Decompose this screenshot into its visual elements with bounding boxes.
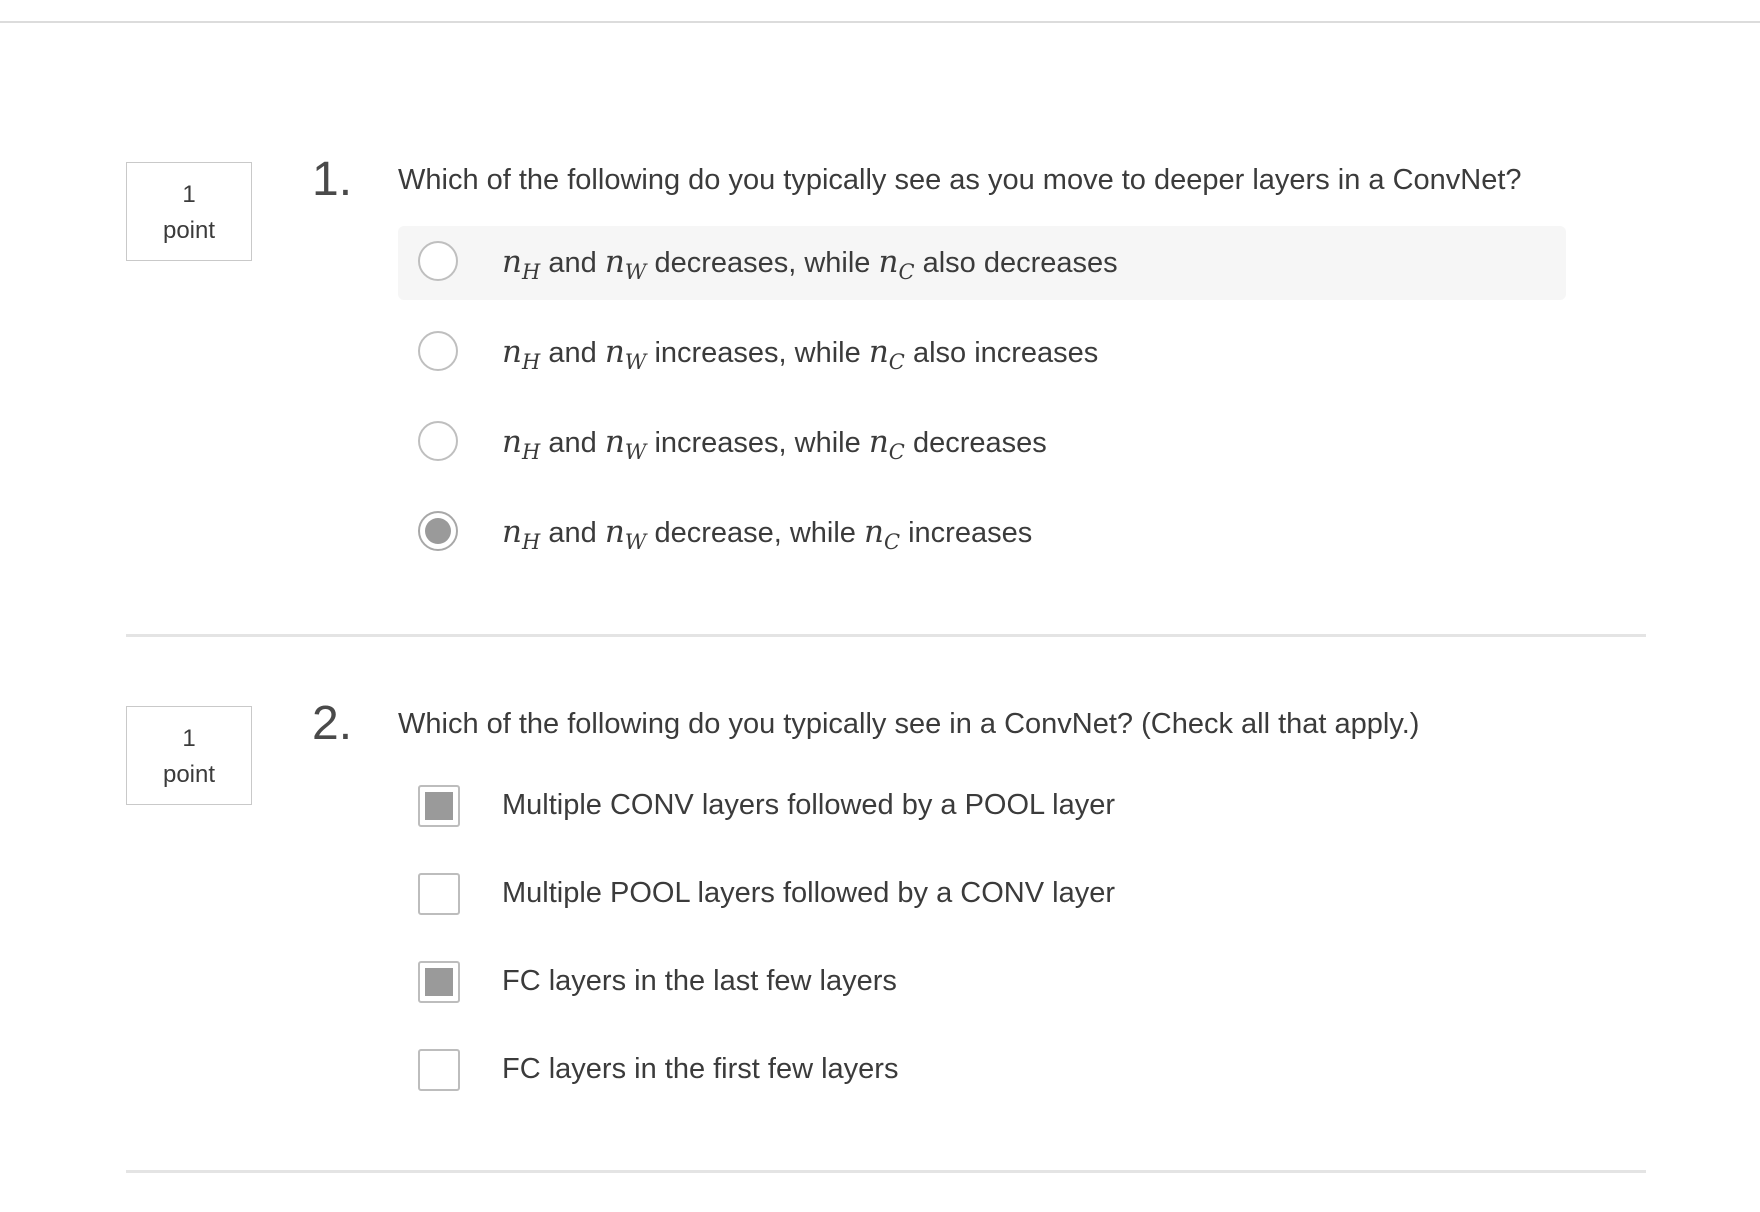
points-unit: point xyxy=(162,761,216,788)
points-box: 1 point xyxy=(126,162,252,261)
points-unit: point xyxy=(162,217,216,244)
radio-button[interactable] xyxy=(418,421,458,461)
option-4[interactable]: FC layers in the first few layers xyxy=(398,1035,1566,1109)
option-label: nH and nW decreases, while nC also decre… xyxy=(502,244,1118,284)
option-1[interactable]: nH and nW decreases, while nC also decre… xyxy=(398,226,1566,300)
radio-button[interactable] xyxy=(418,241,458,281)
points-value: 1 xyxy=(182,181,196,208)
option-label: Multiple POOL layers followed by a CONV … xyxy=(502,877,1115,909)
question-text: Which of the following do you typically … xyxy=(398,708,1420,740)
option-3[interactable]: FC layers in the last few layers xyxy=(398,947,1566,1021)
option-2[interactable]: Multiple POOL layers followed by a CONV … xyxy=(398,859,1566,933)
option-label: nH and nW increases, while nC decreases xyxy=(502,424,1047,464)
checkbox-checked[interactable] xyxy=(418,961,460,1003)
option-label: nH and nW increases, while nC also incre… xyxy=(502,334,1099,374)
checkbox[interactable] xyxy=(418,873,460,915)
option-2[interactable]: nH and nW increases, while nC also incre… xyxy=(398,316,1566,390)
radio-button[interactable] xyxy=(418,331,458,371)
option-label: FC layers in the last few layers xyxy=(502,965,897,997)
question-divider xyxy=(126,1170,1646,1173)
checkbox[interactable] xyxy=(418,1049,460,1091)
question-number: 1. xyxy=(312,153,353,206)
top-divider xyxy=(0,21,1760,23)
option-1[interactable]: Multiple CONV layers followed by a POOL … xyxy=(398,771,1566,845)
checkbox-checked[interactable] xyxy=(418,785,460,827)
radio-button-selected[interactable] xyxy=(418,511,458,551)
option-label: nH and nW decrease, while nC increases xyxy=(502,514,1033,554)
option-4[interactable]: nH and nW decrease, while nC increases xyxy=(398,496,1566,570)
question-divider xyxy=(126,634,1646,637)
points-value: 1 xyxy=(182,725,196,752)
option-label: Multiple CONV layers followed by a POOL … xyxy=(502,789,1115,821)
option-label: FC layers in the first few layers xyxy=(502,1053,899,1085)
question-text: Which of the following do you typically … xyxy=(398,164,1522,196)
points-box: 1 point xyxy=(126,706,252,805)
option-3[interactable]: nH and nW increases, while nC decreases xyxy=(398,406,1566,480)
question-number: 2. xyxy=(312,697,353,750)
